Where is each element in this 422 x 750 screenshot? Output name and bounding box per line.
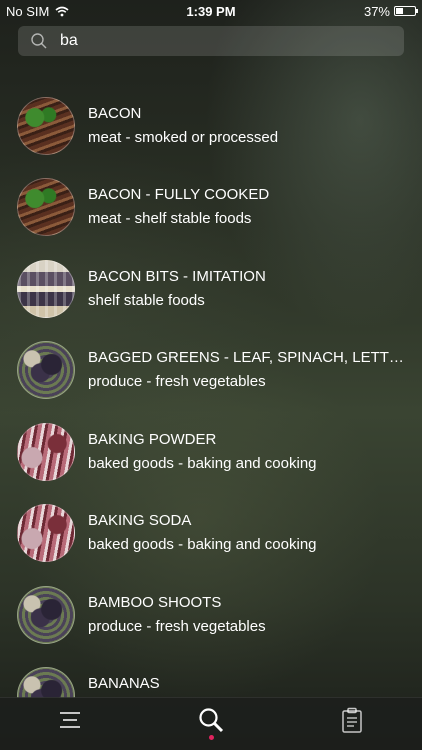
search-icon: [31, 33, 47, 49]
battery-percent: 37%: [363, 3, 390, 19]
results-list[interactable]: BACON meat - smoked or processed BACON - F…: [0, 85, 422, 698]
wifi-icon: [55, 6, 69, 16]
result-item[interactable]: BACON - FULLY COOKED meat - shelf stable …: [0, 167, 422, 249]
status-left: No SIM: [6, 4, 69, 19]
active-tab-indicator: [209, 735, 214, 740]
result-item[interactable]: BAGGED GREENS - LEAF, SPINACH, LETTU... p…: [0, 330, 422, 412]
item-title: BACON - FULLY COOKED: [88, 186, 270, 204]
item-subtitle: baked goods - baking and cooking: [88, 536, 317, 554]
battery-fill: [396, 8, 403, 14]
item-text: BAKING SODA baked goods - baking and cook…: [88, 511, 410, 555]
item-text: BAGGED GREENS - LEAF, SPINACH, LETTU... p…: [88, 348, 410, 392]
result-item[interactable]: BACON meat - smoked or processed: [0, 85, 422, 167]
search-input[interactable]: [58, 31, 362, 51]
clipboard-icon: [342, 707, 362, 733]
item-subtitle: baked goods - baking and cooking: [88, 454, 317, 472]
item-text: BACON - FULLY COOKED meat - shelf stable …: [88, 185, 410, 229]
battery-icon: [394, 6, 418, 16]
item-text: BACON BITS - IMITATION shelf stable foods: [88, 267, 410, 311]
result-item[interactable]: BAKING POWDER baked goods - baking and co…: [0, 411, 422, 493]
item-thumbnail: [17, 667, 75, 698]
item-title: BAKING POWDER: [88, 430, 217, 448]
item-subtitle: produce - fresh vegetables: [88, 373, 266, 391]
search-icon: [199, 708, 224, 733]
item-title: BACON BITS - IMITATION: [88, 267, 266, 285]
tab-bar: [0, 697, 422, 750]
carrier-label: No SIM: [6, 3, 50, 19]
item-thumbnail: [17, 422, 75, 481]
item-text: BANANASproduce - fresh fruits: [88, 674, 410, 698]
item-thumbnail: [17, 585, 75, 644]
item-thumbnail: [17, 341, 75, 400]
result-item[interactable]: BAKING SODA baked goods - baking and cook…: [0, 493, 422, 575]
item-title: BAGGED GREENS - LEAF, SPINACH, LETTU...: [88, 349, 410, 367]
item-thumbnail: [17, 504, 75, 563]
tab-clipboard[interactable]: [338, 706, 366, 734]
result-item[interactable]: BACON BITS - IMITATION shelf stable foods: [0, 248, 422, 330]
status-bar: No SIM 1:39 PM 37%: [0, 0, 422, 22]
item-thumbnail: [17, 259, 75, 318]
result-item[interactable]: BANANASproduce - fresh fruits: [0, 656, 422, 698]
item-text: BAKING POWDER baked goods - baking and co…: [88, 430, 410, 474]
item-thumbnail: [17, 96, 75, 155]
result-item[interactable]: BAMBOO SHOOTS produce - fresh vegetables: [0, 574, 422, 656]
item-subtitle: meat - shelf stable foods: [88, 210, 252, 228]
tab-search[interactable]: [197, 706, 225, 734]
item-title: BAMBOO SHOOTS: [88, 593, 222, 611]
item-thumbnail: [17, 178, 75, 237]
item-title: BAKING SODA: [88, 512, 192, 530]
item-text: BACON meat - smoked or processed: [88, 104, 410, 148]
status-right: 37%: [363, 3, 418, 19]
list-icon: [60, 712, 80, 728]
item-title: BANANAS: [88, 675, 160, 693]
item-subtitle: produce - fresh vegetables: [88, 617, 266, 635]
tab-list[interactable]: [56, 706, 84, 734]
item-subtitle: shelf stable foods: [88, 291, 205, 309]
item-text: BAMBOO SHOOTS produce - fresh vegetables: [88, 593, 410, 637]
item-subtitle: meat - smoked or processed: [88, 128, 279, 146]
search-bar[interactable]: [18, 26, 404, 56]
item-title: BACON: [88, 104, 142, 122]
